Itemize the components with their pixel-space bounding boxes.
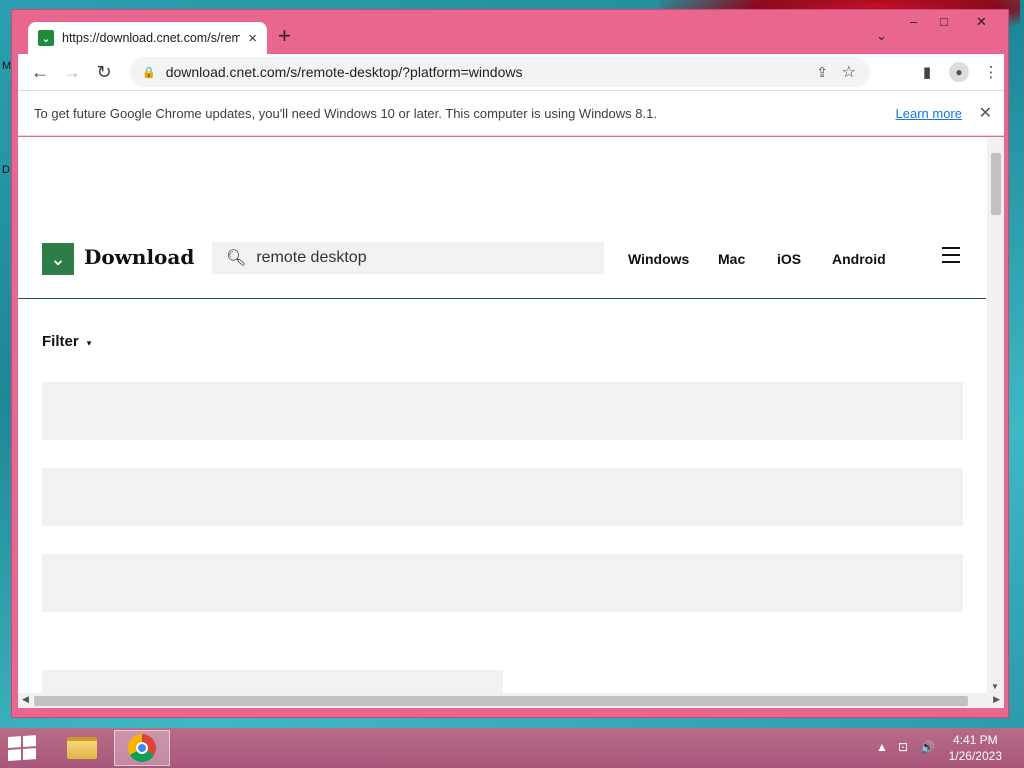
loading-placeholder [42,468,963,526]
person-icon: ● [949,62,969,82]
browser-window: ⌄ https://download.cnet.com/s/rem × + ⌄ … [11,9,1009,718]
lock-icon[interactable]: 🔒 [142,66,156,79]
update-infobar: To get future Google Chrome updates, you… [18,90,1004,136]
browser-tab[interactable]: ⌄ https://download.cnet.com/s/rem × [28,22,267,54]
browser-menu-icon[interactable]: ⋮ [976,57,1006,87]
download-favicon-icon: ⌄ [38,30,54,46]
browser-toolbar: ← → ↻ 🔒 download.cnet.com/s/remote-deskt… [18,54,1004,90]
desktop-icon-label: D [2,164,10,176]
clock-time: 4:41 PM [952,733,998,747]
scroll-right-arrow-icon[interactable]: ▶ [993,694,1000,705]
reload-icon[interactable]: ↻ [88,56,120,88]
minimize-button[interactable]: – [910,14,917,29]
infobar-close-icon[interactable]: ✕ [979,103,992,123]
chrome-icon [128,734,156,762]
file-explorer-taskbar-button[interactable] [54,730,110,766]
address-url[interactable]: download.cnet.com/s/remote-desktop/?plat… [166,64,523,80]
horizontal-scroll-thumb[interactable] [34,696,968,706]
side-panel-icon[interactable]: ▮ [912,57,942,87]
folder-icon [67,737,97,759]
clock-date: 1/26/2023 [948,749,1002,763]
tab-close-icon[interactable]: × [248,30,257,47]
scroll-down-arrow-icon[interactable]: ▼ [991,682,999,691]
site-header: ⌄ Download 🔍︎ Windows Mac iOS Android [18,233,986,299]
filter-dropdown[interactable]: Filter ▾ [42,333,91,350]
download-logo-icon[interactable]: ⌄ [42,243,74,275]
nav-android[interactable]: Android [832,251,886,267]
volume-icon[interactable]: 🔊 [920,740,935,754]
infobar-message: To get future Google Chrome updates, you… [34,105,657,121]
forward-arrow-icon[interactable]: → [56,56,88,88]
search-icon[interactable]: 🔍︎ [226,248,246,268]
tab-title: https://download.cnet.com/s/rem [62,31,240,45]
loading-placeholder [42,554,963,612]
site-search-box[interactable]: 🔍︎ [212,242,604,274]
new-tab-button[interactable]: + [278,25,291,47]
loading-placeholder [42,382,963,440]
site-logo-text[interactable]: Download [84,245,194,269]
close-window-button[interactable]: ✕ [976,14,987,30]
caret-down-icon: ▾ [86,338,92,348]
share-icon[interactable]: ⇪ [816,64,828,81]
bookmark-star-icon[interactable]: ☆ [842,62,856,82]
nav-windows[interactable]: Windows [628,251,689,267]
scroll-left-arrow-icon[interactable]: ◀ [22,694,29,705]
chrome-taskbar-button[interactable] [114,730,170,766]
desktop-icon-label: M [2,60,12,72]
network-icon[interactable]: ⊡ [898,740,908,754]
profile-avatar[interactable]: ● [944,57,974,87]
nav-mac[interactable]: Mac [718,251,745,267]
filter-label: Filter [42,333,79,350]
page-viewport: ⌄ Download 🔍︎ Windows Mac iOS Android Fi… [18,137,1004,708]
hamburger-menu-icon[interactable] [942,247,960,263]
show-hidden-icons-arrow-icon[interactable]: ▲ [876,740,888,754]
address-bar[interactable]: 🔒 download.cnet.com/s/remote-desktop/?pl… [130,57,870,87]
taskbar-clock[interactable]: 4:41 PM 1/26/2023 [949,732,1002,764]
horizontal-scrollbar[interactable]: ◀ ▶ [18,693,1004,708]
title-bar: ⌄ https://download.cnet.com/s/rem × + ⌄ … [12,10,1008,54]
learn-more-link[interactable]: Learn more [896,106,962,121]
vertical-scrollbar[interactable]: ▼ [987,137,1004,693]
nav-ios[interactable]: iOS [777,251,801,267]
windows-start-icon[interactable] [8,735,38,762]
vertical-scroll-thumb[interactable] [991,153,1001,215]
maximize-button[interactable]: □ [940,14,948,29]
tab-search-icon[interactable]: ⌄ [876,28,887,44]
back-arrow-icon[interactable]: ← [24,56,56,88]
taskbar: ▲ ⊡ 🔊 4:41 PM 1/26/2023 [0,728,1024,768]
site-search-input[interactable] [256,249,587,267]
